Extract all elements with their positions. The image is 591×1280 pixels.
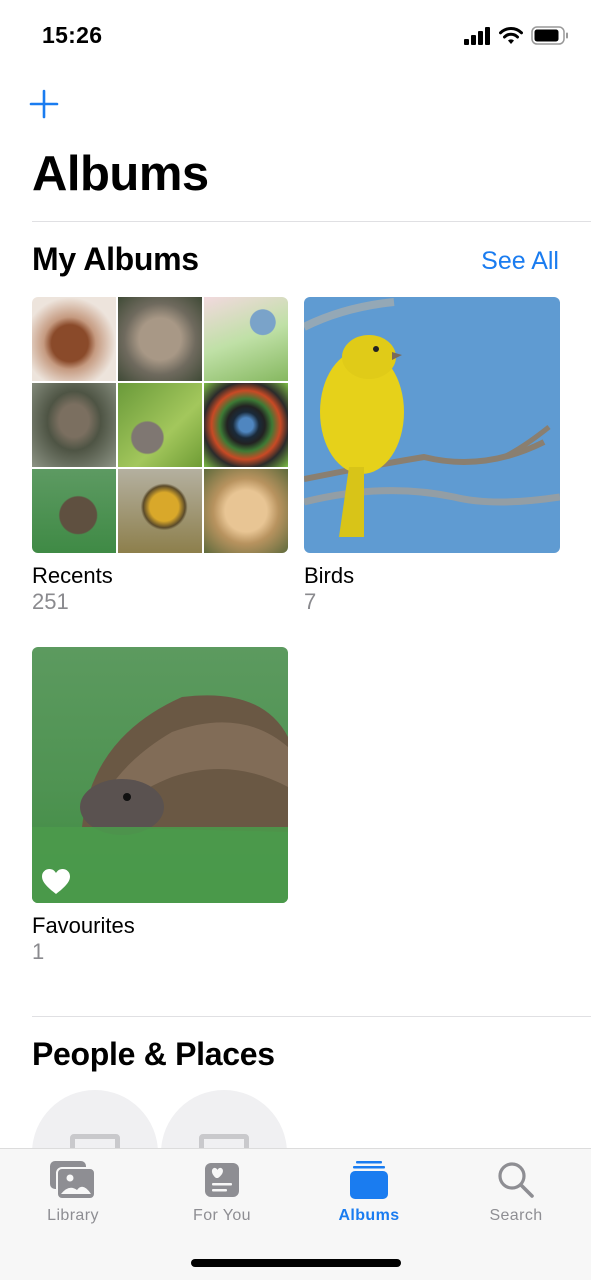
people-places-title: People & Places: [32, 1036, 275, 1072]
album-count: 7: [304, 589, 317, 614]
mosaic-photo-bird-blossom: [204, 297, 288, 381]
album-recents[interactable]: Recents 251: [32, 297, 288, 615]
album-name: Recents: [32, 563, 113, 588]
search-icon: [498, 1162, 534, 1198]
albums-stack-icon: [350, 1161, 388, 1199]
plus-icon[interactable]: [28, 88, 60, 120]
album-thumbnail: [304, 297, 560, 553]
mosaic-photo-cat-in-grass: [32, 383, 116, 467]
hedgehog-photo: [32, 695, 288, 903]
tab-bar: Library For You Albums Search: [0, 1148, 591, 1280]
tab-for-you[interactable]: For You: [162, 1157, 282, 1225]
tab-label: Library: [47, 1207, 99, 1224]
status-time: 15:26: [42, 22, 103, 48]
tab-albums[interactable]: Albums: [309, 1157, 429, 1225]
my-albums-title: My Albums: [32, 241, 199, 277]
mosaic-photo-kitten-sleeping: [32, 297, 116, 381]
status-icons: [464, 26, 569, 45]
mosaic-photo-kitten-sitting: [118, 383, 202, 467]
mosaic-photo-puppy: [204, 469, 288, 553]
tab-label: Albums: [338, 1207, 400, 1224]
home-indicator[interactable]: [191, 1259, 401, 1267]
album-favourites[interactable]: Favourites 1: [32, 647, 288, 965]
album-name: Birds: [304, 563, 355, 588]
mosaic-photo-hedgehog: [32, 469, 116, 553]
album-thumbnail: [32, 647, 288, 903]
wifi-icon: [499, 26, 523, 44]
tab-label: Search: [489, 1207, 543, 1224]
divider: [32, 221, 591, 222]
album-count: 251: [32, 589, 69, 614]
page-title: Albums: [32, 147, 209, 201]
recents-mosaic: [32, 297, 288, 553]
heart-icon: [42, 869, 70, 894]
status-bar: 15:26: [0, 0, 591, 70]
tab-search[interactable]: Search: [456, 1157, 576, 1225]
divider: [32, 1016, 591, 1017]
album-count: 1: [32, 939, 45, 964]
yellow-bird-photo: [304, 298, 560, 537]
for-you-icon: [205, 1163, 239, 1197]
album-birds[interactable]: Birds 7: [304, 297, 560, 615]
mosaic-photo-camera-lens-art: [204, 383, 288, 467]
tab-library[interactable]: Library: [13, 1157, 133, 1225]
album-name: Favourites: [32, 913, 135, 938]
album-thumbnail: [32, 297, 288, 553]
battery-icon: [531, 26, 568, 45]
mosaic-photo-tabby-cat: [118, 297, 202, 381]
see-all-link[interactable]: See All: [481, 247, 559, 276]
tab-label: For You: [193, 1207, 251, 1224]
photo-library-icon: [50, 1161, 96, 1200]
cellular-signal-icon: [464, 26, 490, 45]
mosaic-photo-duckling: [118, 469, 202, 553]
